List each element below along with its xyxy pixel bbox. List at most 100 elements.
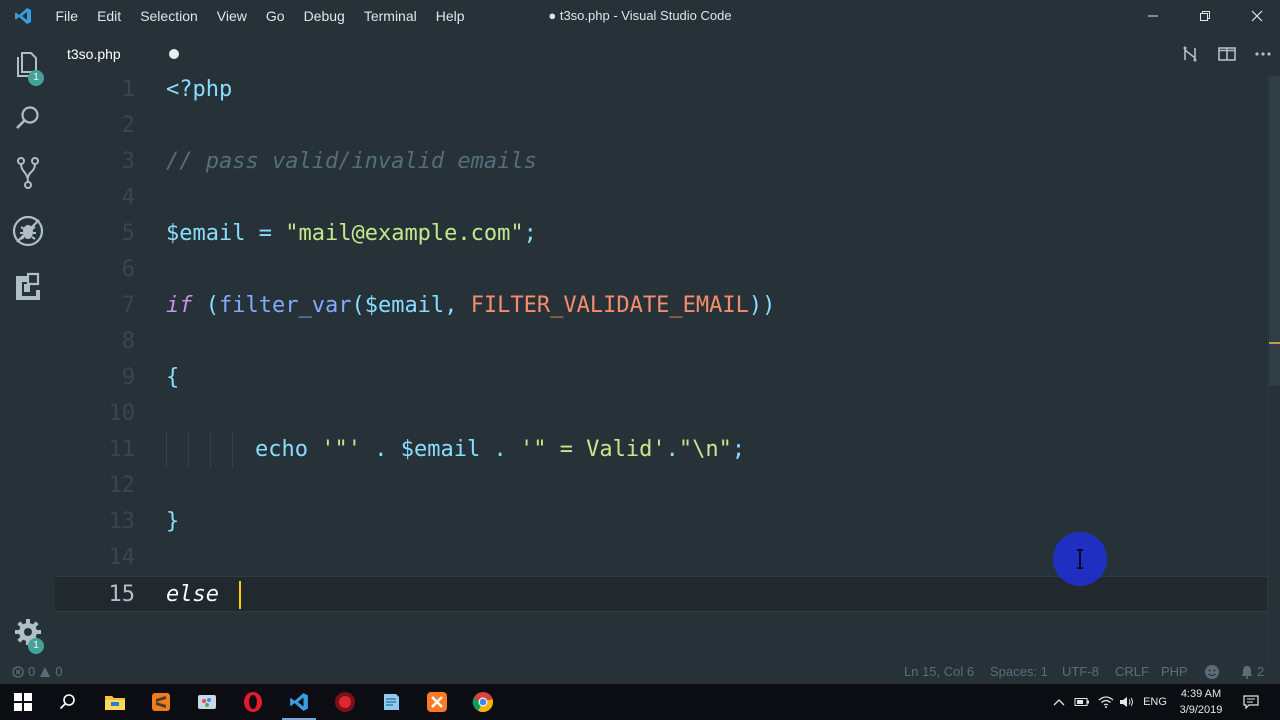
code-line: 7 if (filter_var($email, FILTER_VALIDATE…: [55, 288, 1267, 324]
taskbar-recorder[interactable]: [322, 684, 368, 720]
code-line: 3 // pass valid/invalid emails: [55, 144, 1267, 180]
token-variable: $email: [400, 437, 481, 462]
notifications-button[interactable]: 2: [1240, 660, 1264, 684]
code-text: <?php: [166, 72, 232, 108]
line-number: 6: [121, 257, 135, 282]
editor-scrollbar[interactable]: [1267, 76, 1280, 660]
token-punctuation: ;: [523, 221, 537, 246]
line-number: 3: [121, 149, 135, 174]
split-editor-button[interactable]: [1215, 44, 1239, 64]
token-operator: .: [480, 437, 520, 462]
wifi-indicator[interactable]: [1096, 684, 1116, 720]
scrollbar-thumb[interactable]: [1269, 76, 1280, 386]
php-open-tag: <?php: [166, 77, 233, 102]
line-number: 5: [121, 221, 135, 246]
cursor-position[interactable]: Ln 15, Col 6: [904, 660, 974, 684]
taskbar-sublime[interactable]: [138, 684, 184, 720]
token-variable: $email: [166, 221, 246, 246]
menu-debug[interactable]: Debug: [294, 0, 354, 32]
line-number: 13: [108, 509, 136, 534]
menu-selection[interactable]: Selection: [131, 0, 208, 32]
explorer-button[interactable]: 1: [0, 40, 55, 88]
close-icon: [1251, 10, 1263, 22]
code-line: 2: [55, 108, 1267, 144]
open-changes-button[interactable]: [1178, 44, 1202, 64]
problems-indicator[interactable]: 0 0: [12, 660, 62, 684]
code-text: if (filter_var($email, FILTER_VALIDATE_E…: [166, 288, 775, 324]
token-variable: $email: [364, 293, 445, 318]
vscode-icon: [290, 693, 308, 711]
debug-button[interactable]: [0, 207, 55, 255]
more-icon: [1255, 52, 1271, 56]
menu-help[interactable]: Help: [426, 0, 474, 32]
minimize-button[interactable]: [1130, 0, 1176, 32]
restore-button[interactable]: [1182, 0, 1228, 32]
clock-time: 4:39 AM: [1180, 688, 1222, 700]
token-operator: =: [245, 221, 286, 246]
battery-indicator[interactable]: [1072, 684, 1092, 720]
system-clock[interactable]: 4:39 AM 3/9/2019: [1172, 686, 1230, 718]
taskbar-vscode[interactable]: [276, 684, 322, 720]
vscode-logo-icon: [0, 0, 46, 32]
tab-bar: t3so.php: [55, 32, 1280, 76]
bell-icon: [1241, 666, 1253, 679]
encoding[interactable]: UTF-8: [1062, 660, 1099, 684]
search-button[interactable]: [0, 94, 55, 142]
text-cursor: [239, 581, 241, 609]
menu-terminal[interactable]: Terminal: [354, 0, 426, 32]
more-actions-button[interactable]: [1251, 44, 1275, 64]
menu-edit[interactable]: Edit: [88, 0, 131, 32]
input-language[interactable]: ENG: [1140, 684, 1170, 720]
tab-label: t3so.php: [67, 46, 121, 62]
error-count: 0: [28, 664, 36, 679]
wifi-icon: [1098, 696, 1114, 708]
split-editor-icon: [1218, 47, 1236, 61]
indentation[interactable]: Spaces: 1: [990, 660, 1048, 684]
comment: // pass valid/invalid emails: [166, 149, 537, 174]
extensions-button[interactable]: [0, 262, 55, 310]
language-mode[interactable]: PHP: [1161, 660, 1188, 684]
menu-view[interactable]: View: [207, 0, 256, 32]
token-brace: }: [166, 509, 180, 534]
close-button[interactable]: [1234, 0, 1280, 32]
line-number: 4: [121, 185, 135, 210]
volume-indicator[interactable]: [1117, 684, 1137, 720]
taskbar-file-explorer[interactable]: [92, 684, 138, 720]
text-cursor-icon: [1077, 549, 1083, 569]
menu-go[interactable]: Go: [256, 0, 294, 32]
record-icon: [335, 692, 355, 712]
taskbar-xampp[interactable]: [414, 684, 460, 720]
activity-bar: 1 1: [0, 32, 55, 660]
taskbar-notepad[interactable]: [368, 684, 414, 720]
token-keyword: echo: [255, 437, 308, 462]
token-punctuation: (: [351, 293, 365, 318]
indent-guide: [188, 432, 189, 468]
clock-date: 3/9/2019: [1179, 704, 1223, 716]
tab-t3so-php[interactable]: t3so.php: [55, 32, 190, 76]
show-hidden-icons[interactable]: [1050, 684, 1068, 720]
smiley-icon: [1205, 665, 1219, 679]
notification-center-icon: [1243, 695, 1259, 709]
token-brace: {: [166, 365, 180, 390]
token-constant: FILTER_VALIDATE_EMAIL: [470, 293, 749, 318]
start-button[interactable]: [0, 684, 46, 720]
token-punctuation: )): [748, 293, 776, 318]
opera-icon: [244, 692, 262, 712]
token-keyword: if: [166, 293, 193, 318]
manage-button[interactable]: 1: [0, 608, 55, 656]
line-ending[interactable]: CRLF: [1115, 660, 1149, 684]
taskbar-chrome[interactable]: [460, 684, 506, 720]
action-center-button[interactable]: [1238, 684, 1264, 720]
taskbar-search-button[interactable]: [45, 684, 91, 720]
unsaved-dot-icon[interactable]: [169, 49, 179, 59]
line-number: 1: [121, 77, 135, 102]
token-punctuation: ;: [731, 437, 746, 462]
taskbar-paint[interactable]: [184, 684, 230, 720]
token-keyword: else: [166, 582, 233, 607]
warning-count: 0: [55, 664, 63, 679]
taskbar-opera[interactable]: [230, 684, 276, 720]
source-control-button[interactable]: [0, 149, 55, 197]
menu-file[interactable]: File: [46, 0, 88, 32]
feedback-button[interactable]: [1204, 664, 1220, 680]
error-icon: [12, 666, 24, 678]
